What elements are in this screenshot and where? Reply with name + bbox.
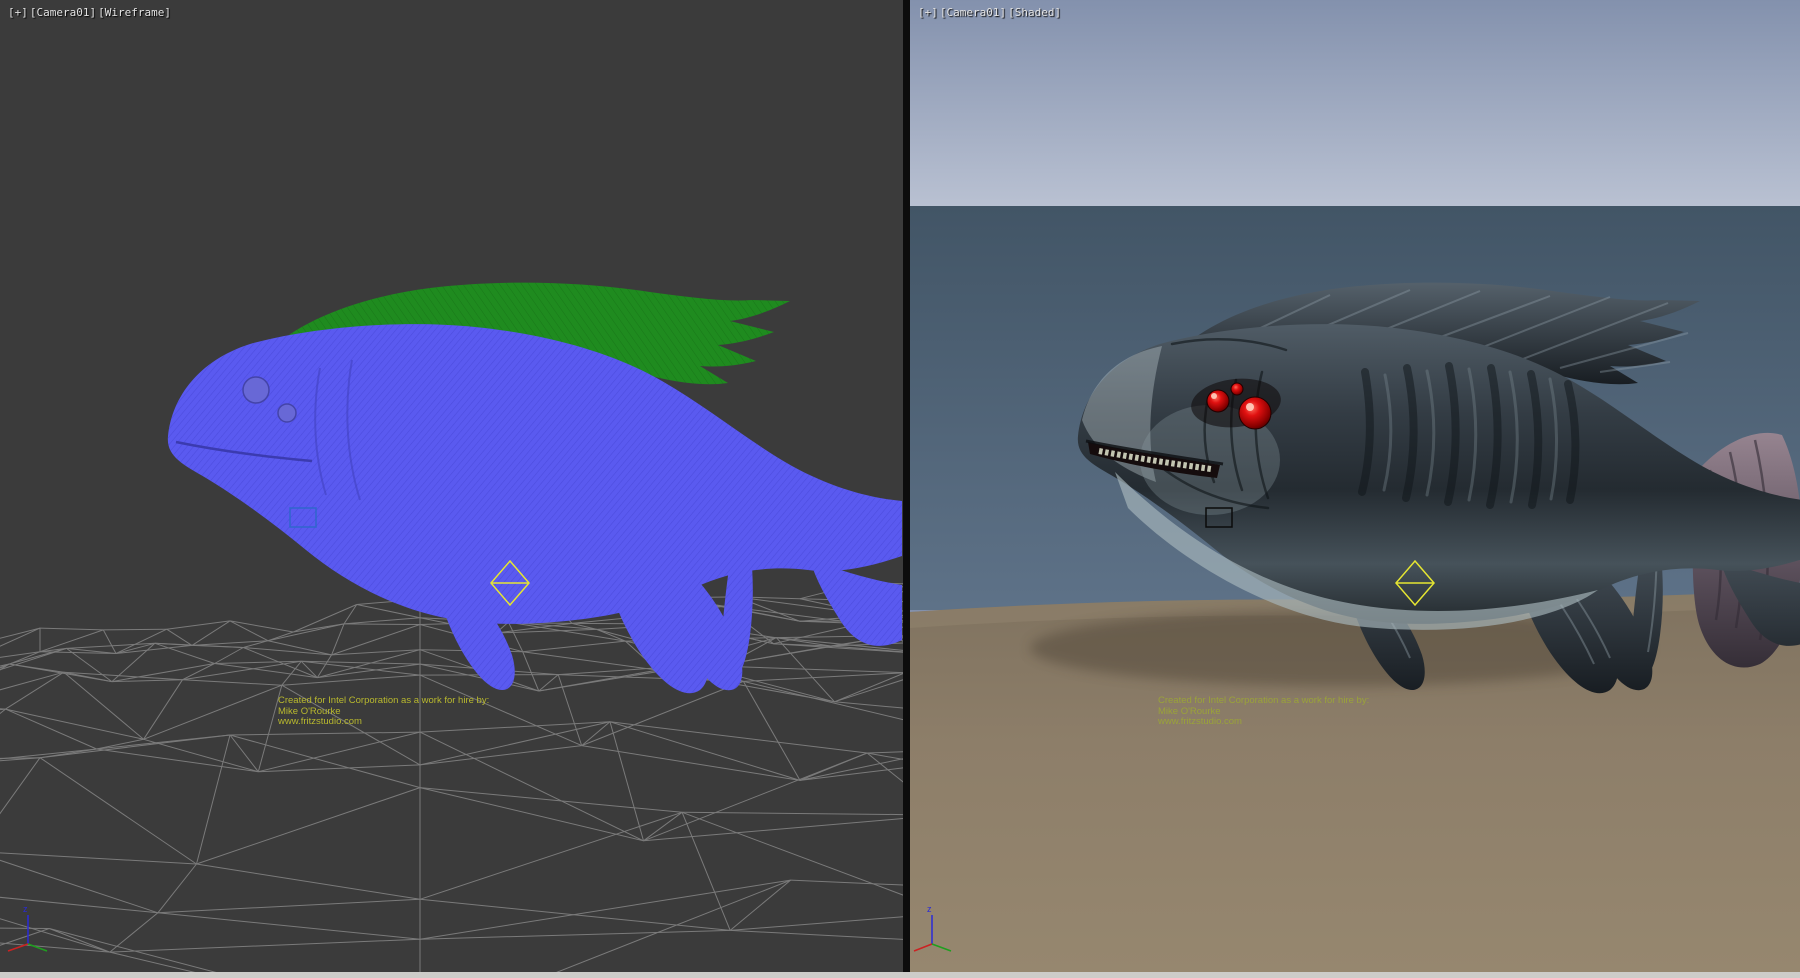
fish-eye-right: [1239, 397, 1271, 429]
watermark-line: Created for Intel Corporation as a work …: [1158, 696, 1369, 707]
axis-y: [28, 944, 47, 951]
fish-eye-small: [1231, 383, 1243, 395]
fish-eye-wire-small: [278, 404, 296, 422]
axis-x: [8, 944, 28, 951]
viewport-shading-menu[interactable]: [Shaded]: [1008, 6, 1061, 19]
viewport-pov-menu[interactable]: [Camera01]: [940, 6, 1006, 19]
axis-z-label: z: [23, 904, 28, 914]
watermark-line: Created for Intel Corporation as a work …: [278, 696, 489, 707]
viewport-divider[interactable]: [903, 0, 910, 972]
viewport-label: [+][Camera01][Wireframe]: [8, 6, 173, 19]
scene-wireframe[interactable]: z: [0, 0, 903, 972]
viewport-general-menu[interactable]: [+]: [918, 6, 938, 19]
axis-z-label: z: [927, 904, 932, 914]
fish-eye-wire: [243, 377, 269, 403]
viewport-shaded[interactable]: z [+][Camera01][Shaded] Created for Inte…: [910, 0, 1800, 972]
viewport-general-menu[interactable]: [+]: [8, 6, 28, 19]
eye-highlight: [1246, 403, 1254, 411]
watermark: Created for Intel Corporation as a work …: [278, 696, 489, 728]
watermark-line: www.fritzstudio.com: [1158, 717, 1369, 728]
ground-grid[interactable]: [0, 583, 903, 972]
watermark: Created for Intel Corporation as a work …: [1158, 696, 1369, 728]
body-wire-texture: [168, 324, 902, 624]
viewport-shading-menu[interactable]: [Wireframe]: [98, 6, 171, 19]
application-window: z [+][Camera01][Wireframe] Created for I…: [0, 0, 1800, 972]
window-bottom-edge: [0, 972, 1800, 978]
viewport-label: [+][Camera01][Shaded]: [918, 6, 1063, 19]
sky-upper: [910, 0, 1800, 206]
eye-highlight: [1211, 393, 1217, 399]
fish-eye-left: [1207, 390, 1229, 412]
watermark-line: www.fritzstudio.com: [278, 717, 489, 728]
scene-shaded[interactable]: z: [910, 0, 1800, 972]
fish-model-wireframe[interactable]: [168, 324, 902, 693]
viewport-wireframe[interactable]: z [+][Camera01][Wireframe] Created for I…: [0, 0, 903, 972]
viewport-pov-menu[interactable]: [Camera01]: [30, 6, 96, 19]
